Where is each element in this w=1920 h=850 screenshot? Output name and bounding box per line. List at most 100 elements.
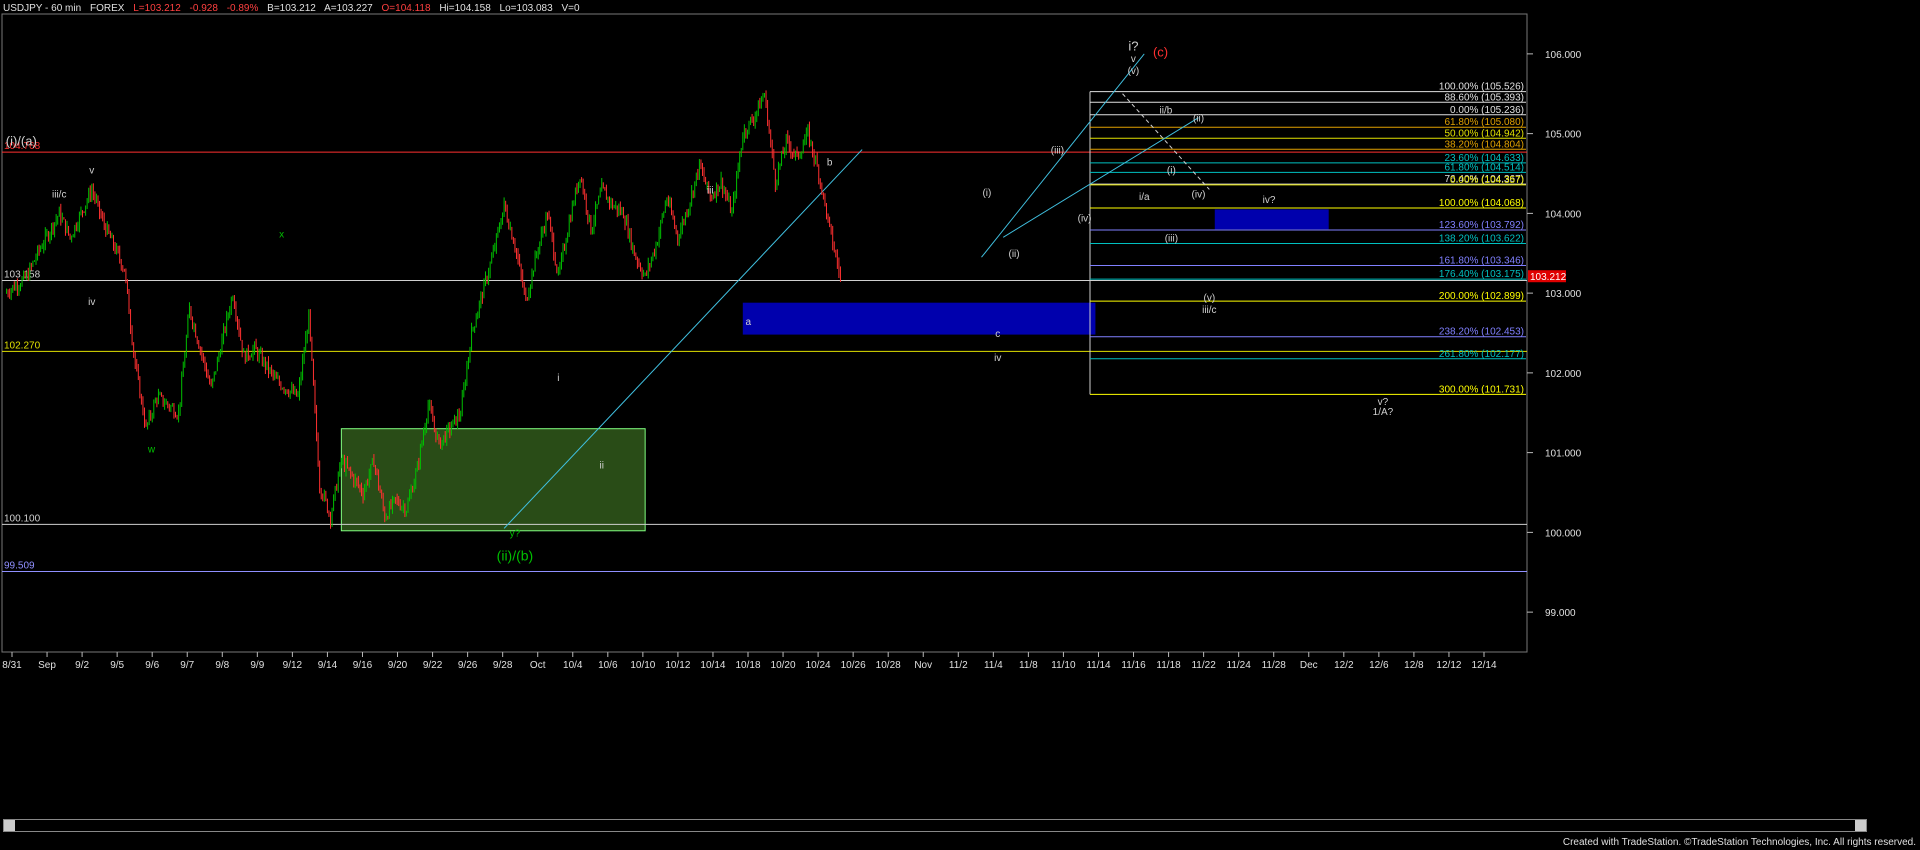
fib-label: 161.80% (103.346) xyxy=(1439,256,1524,267)
x-tick-label: 11/18 xyxy=(1156,660,1181,671)
x-tick-label: 9/12 xyxy=(283,660,303,671)
x-tick-label: 11/8 xyxy=(1019,660,1038,671)
wave-label: iv? xyxy=(1263,195,1276,206)
fib-label: 0.00% (105.236) xyxy=(1450,105,1524,116)
x-tick-label: 9/7 xyxy=(180,660,194,671)
low-label: Lo=103.083 xyxy=(499,3,553,14)
fib-label: 100.00% (105.526) xyxy=(1439,82,1524,93)
chart-window: 99.000 100.000 101.000 102.000 103.000 104.00… xyxy=(0,0,1920,850)
fib-label: 300.00% (101.731) xyxy=(1439,384,1524,395)
change-label: -0.928 xyxy=(189,3,218,14)
x-tick-label: Oct xyxy=(530,660,546,671)
x-tick-label: 10/6 xyxy=(598,660,618,671)
y-tick-label: 104.000 xyxy=(1545,209,1582,220)
x-tick-label: 10/18 xyxy=(735,660,760,671)
x-tick-label: 10/28 xyxy=(876,660,901,671)
wave-label: (c) xyxy=(1153,44,1168,59)
last-price-label: L=103.212 xyxy=(133,3,181,14)
level-label: 99.509 xyxy=(4,561,35,572)
y-tick-label: 102.000 xyxy=(1545,369,1582,380)
wave-label: i/a xyxy=(1139,192,1150,203)
x-tick-label: 9/20 xyxy=(388,660,408,671)
trend-channel-line xyxy=(1002,117,1199,238)
ask-label: A=103.227 xyxy=(324,3,373,14)
wave-label: (iv) xyxy=(1192,189,1206,200)
x-tick-label: 8/31 xyxy=(2,660,22,671)
x-tick-label: 9/2 xyxy=(75,660,89,671)
x-tick-label: 12/8 xyxy=(1404,660,1424,671)
symbol-label: USDJPY - 60 min xyxy=(3,3,82,14)
fib-label: 100.00% (104.068) xyxy=(1439,198,1524,209)
x-tick-label: 10/4 xyxy=(563,660,583,671)
x-tick-label: 9/9 xyxy=(250,660,264,671)
x-tick-label: 9/5 xyxy=(110,660,124,671)
x-tick-label: 9/26 xyxy=(458,660,478,671)
wave-label: (iii) xyxy=(1051,146,1064,157)
bid-label: B=103.212 xyxy=(267,3,316,14)
scroll-right-button[interactable] xyxy=(1855,820,1866,831)
x-tick-label: 10/10 xyxy=(630,660,655,671)
resistance-zone-blue xyxy=(742,302,1096,335)
fib-label: 261.80% (102.177) xyxy=(1439,349,1524,360)
x-tick-label: 10/24 xyxy=(806,660,831,671)
y-tick-label: 103.000 xyxy=(1545,289,1582,300)
wave-label: (i) xyxy=(982,188,991,199)
wave-label: i xyxy=(557,373,559,384)
x-tick-label: 9/14 xyxy=(318,660,338,671)
wave-label: 1/A? xyxy=(1373,407,1394,418)
wave-label: iv xyxy=(994,353,1001,364)
change-pct-label: -0.89% xyxy=(226,3,259,14)
x-tick-label: 12/6 xyxy=(1369,660,1389,671)
x-tick-label: 10/20 xyxy=(771,660,796,671)
wave-label: b xyxy=(827,158,833,169)
x-tick-label: 12/12 xyxy=(1436,660,1461,671)
trend-channel-line xyxy=(503,149,863,529)
wave-label: w xyxy=(147,445,156,456)
price-chart[interactable]: 99.000 100.000 101.000 102.000 103.000 104.00… xyxy=(0,0,1920,850)
fib-label: 0.00% (104.357) xyxy=(1450,175,1524,186)
x-tick-label: Nov xyxy=(914,660,932,671)
x-tick-label: 11/22 xyxy=(1191,660,1216,671)
horizontal-scrollbar[interactable] xyxy=(3,819,1867,832)
wave-label: (v) xyxy=(1128,66,1140,77)
fib-label: 50.00% (104.942) xyxy=(1444,128,1524,139)
wave-label: (ii) xyxy=(1008,249,1019,260)
x-tick-label: 11/28 xyxy=(1262,660,1287,671)
wave-label: (i) xyxy=(1167,166,1176,177)
x-tick-label: 10/26 xyxy=(841,660,866,671)
wave-label: y? xyxy=(510,528,521,539)
wave-label: (ii) xyxy=(1193,114,1204,125)
target-zone-blue xyxy=(1214,209,1329,230)
y-tick-label: 101.000 xyxy=(1545,449,1582,460)
support-zone-green xyxy=(340,428,646,532)
y-tick-label: 99.000 xyxy=(1545,608,1576,619)
wave-label: iii xyxy=(707,185,714,196)
fib-label: 138.20% (103.622) xyxy=(1439,234,1524,245)
x-tick-label: 9/6 xyxy=(145,660,159,671)
market-label: FOREX xyxy=(89,3,125,14)
x-tick-label: 11/4 xyxy=(984,660,1003,671)
x-tick-label: 12/2 xyxy=(1334,660,1354,671)
open-label: O=104.118 xyxy=(381,3,431,14)
x-tick-label: 9/22 xyxy=(423,660,443,671)
wave-label: (v) xyxy=(1204,293,1216,304)
wave-label: iii/c xyxy=(52,189,66,200)
level-label: 102.270 xyxy=(4,340,41,351)
y-tick-label: 105.000 xyxy=(1545,130,1582,141)
fib-label: 61.80% (105.080) xyxy=(1444,117,1524,128)
x-tick-label: Sep xyxy=(38,660,56,671)
x-tick-label: 10/12 xyxy=(665,660,690,671)
y-tick-label: 100.000 xyxy=(1545,528,1582,539)
wave-label: v xyxy=(1131,54,1136,65)
scroll-left-button[interactable] xyxy=(4,820,15,831)
x-tick-label: Dec xyxy=(1300,660,1318,671)
x-tick-label: 10/14 xyxy=(700,660,725,671)
fib-label: 38.20% (104.804) xyxy=(1444,139,1524,150)
x-tick-label: 12/14 xyxy=(1471,660,1496,671)
fib-label: 123.60% (103.792) xyxy=(1439,220,1524,231)
wave-label: iv xyxy=(88,297,95,308)
wave-label: c xyxy=(995,329,1000,340)
wave-label: v? xyxy=(1378,397,1389,408)
fib-label: 200.00% (102.899) xyxy=(1439,291,1524,302)
wave-label: (iv) xyxy=(1078,213,1092,224)
